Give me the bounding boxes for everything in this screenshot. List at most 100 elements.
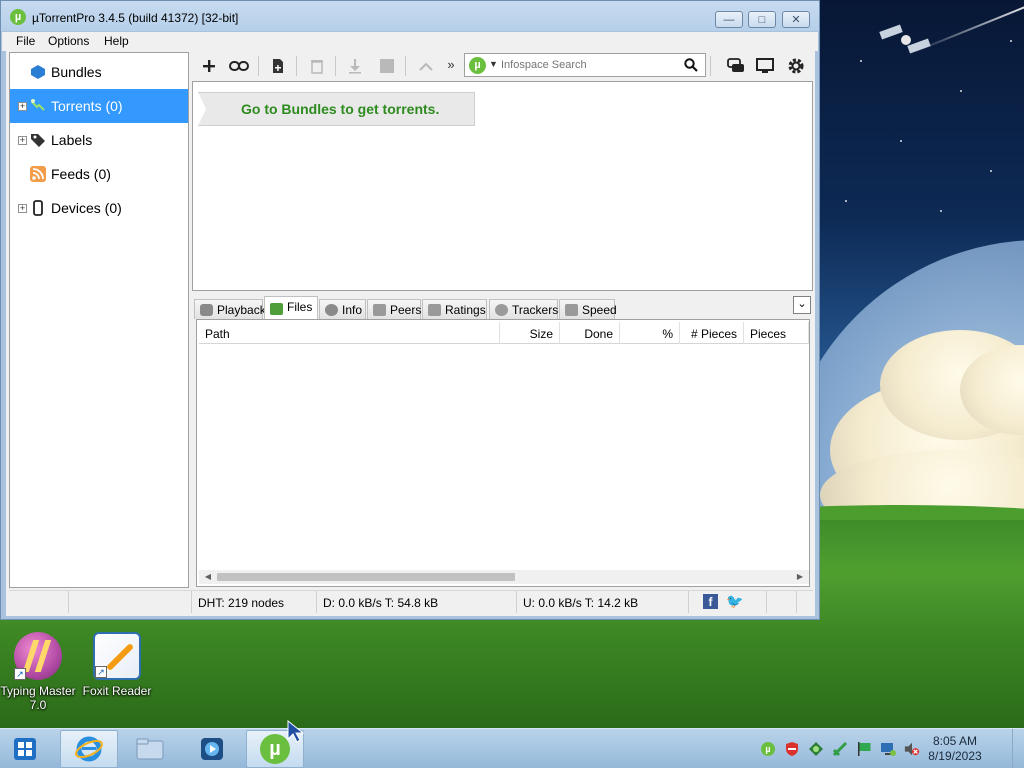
sidebar-item-labels[interactable]: + Labels: [10, 123, 188, 157]
tab-speed[interactable]: Speed: [559, 299, 617, 319]
column-header-pieces[interactable]: Pieces: [744, 322, 809, 344]
sidebar-item-label: Labels: [51, 132, 93, 148]
windows-logo-icon: [14, 738, 36, 760]
stop-square-icon: [380, 59, 394, 73]
menu-options[interactable]: Options: [48, 34, 89, 48]
foxit-reader-icon: ↗: [93, 632, 141, 680]
remote-button[interactable]: [753, 54, 777, 78]
device-phone-icon: [33, 200, 43, 216]
files-table-header: Path Size Done % # Pieces Pieces: [199, 322, 809, 344]
show-desktop-button[interactable]: [1012, 729, 1024, 768]
go-to-bundles-banner[interactable]: Go to Bundles to get torrents.: [198, 92, 475, 126]
desktop-icon-foxit-reader[interactable]: ↗ Foxit Reader: [75, 632, 159, 698]
expand-toggle-icon[interactable]: +: [18, 136, 27, 145]
monitor-icon: [756, 58, 774, 73]
bundles-icon: [31, 65, 45, 79]
category-sidebar: Bundles + Torrents (0) + Labels Feeds (0…: [9, 52, 189, 588]
stop-button[interactable]: [375, 54, 399, 78]
close-button[interactable]: ✕: [782, 11, 810, 28]
add-torrent-button[interactable]: [197, 54, 221, 78]
upload-status[interactable]: U: 0.0 kB/s T: 14.2 kB: [517, 591, 689, 613]
expand-toggle-icon[interactable]: +: [18, 204, 27, 213]
sidebar-item-feeds[interactable]: Feeds (0): [10, 157, 188, 191]
minimize-button[interactable]: —: [715, 11, 743, 28]
menu-help[interactable]: Help: [104, 34, 129, 48]
facebook-icon[interactable]: f: [703, 594, 718, 609]
tab-ratings[interactable]: Ratings: [422, 299, 487, 319]
remove-torrent-button[interactable]: [305, 54, 329, 78]
sidebar-item-label: Bundles: [51, 64, 102, 80]
column-header-size[interactable]: Size: [500, 322, 560, 344]
plus-icon: [203, 60, 215, 72]
sidebar-item-bundles[interactable]: Bundles: [10, 55, 188, 89]
search-icon[interactable]: [684, 58, 698, 72]
tab-files[interactable]: Files: [264, 296, 318, 320]
start-button[interactable]: [6, 730, 44, 768]
sidebar-item-torrents[interactable]: + Torrents (0): [10, 89, 188, 123]
tray-utorrent-icon[interactable]: µ: [760, 741, 776, 757]
column-header-percent[interactable]: %: [620, 322, 680, 344]
start-download-button[interactable]: [343, 54, 367, 78]
expand-toggle-icon[interactable]: +: [18, 102, 27, 111]
column-header-done[interactable]: Done: [560, 322, 620, 344]
scroll-left-icon[interactable]: ◀: [201, 571, 215, 583]
move-up-button[interactable]: [414, 54, 438, 78]
toolbar-overflow-button[interactable]: »: [445, 52, 457, 76]
dht-status: DHT: 219 nodes: [192, 591, 317, 613]
tab-label: Info: [342, 303, 363, 317]
tray-flag-icon[interactable]: [856, 741, 872, 757]
desktop-icon-typing-master[interactable]: ↗ Typing Master 7.0: [0, 632, 80, 712]
playback-icon: [200, 304, 213, 316]
detail-tabs: Playback Files Info Peers Ratings Tracke…: [192, 295, 813, 320]
taskbar-file-explorer[interactable]: [121, 730, 179, 768]
settings-button[interactable]: [784, 54, 808, 78]
status-empty-segment: [9, 591, 69, 613]
sidebar-item-label: Devices (0): [51, 200, 122, 216]
torrent-list-pane[interactable]: Go to Bundles to get torrents.: [192, 81, 813, 291]
files-list[interactable]: Path Size Done % # Pieces Pieces ◀ ▶: [196, 319, 810, 587]
ratings-icon: [428, 304, 441, 316]
search-provider-button[interactable]: µ ▼: [469, 57, 498, 74]
collapse-detail-button[interactable]: ⌄: [793, 296, 811, 314]
tab-playback[interactable]: Playback: [194, 299, 266, 319]
chat-button[interactable]: [724, 54, 748, 78]
tray-security-shield-icon[interactable]: [784, 741, 800, 757]
trackers-icon: [495, 304, 508, 316]
taskbar-clock[interactable]: 8:05 AM 8/19/2023: [920, 734, 990, 764]
twitter-icon[interactable]: 🐦: [726, 594, 743, 609]
social-links: f 🐦: [689, 591, 767, 613]
download-status[interactable]: D: 0.0 kB/s T: 54.8 kB: [317, 591, 517, 613]
files-icon: [270, 303, 283, 315]
utorrent-logo-icon: µ: [10, 9, 26, 25]
tab-peers[interactable]: Peers: [367, 299, 421, 319]
search-input[interactable]: [501, 57, 681, 73]
column-header-path[interactable]: Path: [199, 322, 500, 344]
column-header-num-pieces[interactable]: # Pieces: [680, 322, 744, 344]
torrents-icon: [31, 99, 45, 111]
tab-info[interactable]: Info: [319, 299, 366, 319]
tray-volume-muted-icon[interactable]: [904, 741, 920, 757]
menu-file[interactable]: File: [16, 34, 35, 48]
add-torrent-url-button[interactable]: [227, 54, 251, 78]
tab-label: Playback: [217, 303, 266, 317]
taskbar-internet-explorer[interactable]: [60, 730, 118, 768]
horizontal-scrollbar[interactable]: ◀ ▶: [199, 570, 809, 584]
tray-network-icon[interactable]: [880, 741, 896, 757]
rss-feed-icon: [30, 166, 46, 182]
scrollbar-thumb[interactable]: [217, 573, 515, 581]
toolbar-separator: [405, 56, 406, 76]
tab-label: Ratings: [445, 303, 486, 317]
toolbar-separator: [296, 56, 297, 76]
chevron-down-icon: ▼: [489, 59, 498, 69]
sidebar-item-devices[interactable]: + Devices (0): [10, 191, 188, 225]
tab-trackers[interactable]: Trackers: [489, 299, 558, 319]
taskbar-media-player[interactable]: [183, 730, 241, 768]
tray-sync-icon[interactable]: [808, 741, 824, 757]
create-torrent-button[interactable]: [266, 54, 290, 78]
tab-label: Speed: [582, 303, 617, 317]
tray-network-arrows-icon[interactable]: [832, 741, 848, 757]
maximize-button[interactable]: □: [748, 11, 776, 28]
scroll-right-icon[interactable]: ▶: [793, 571, 807, 583]
tab-label: Files: [287, 300, 313, 314]
title-bar[interactable]: µ µTorrentPro 3.4.5 (build 41372) [32-bi…: [1, 1, 819, 31]
